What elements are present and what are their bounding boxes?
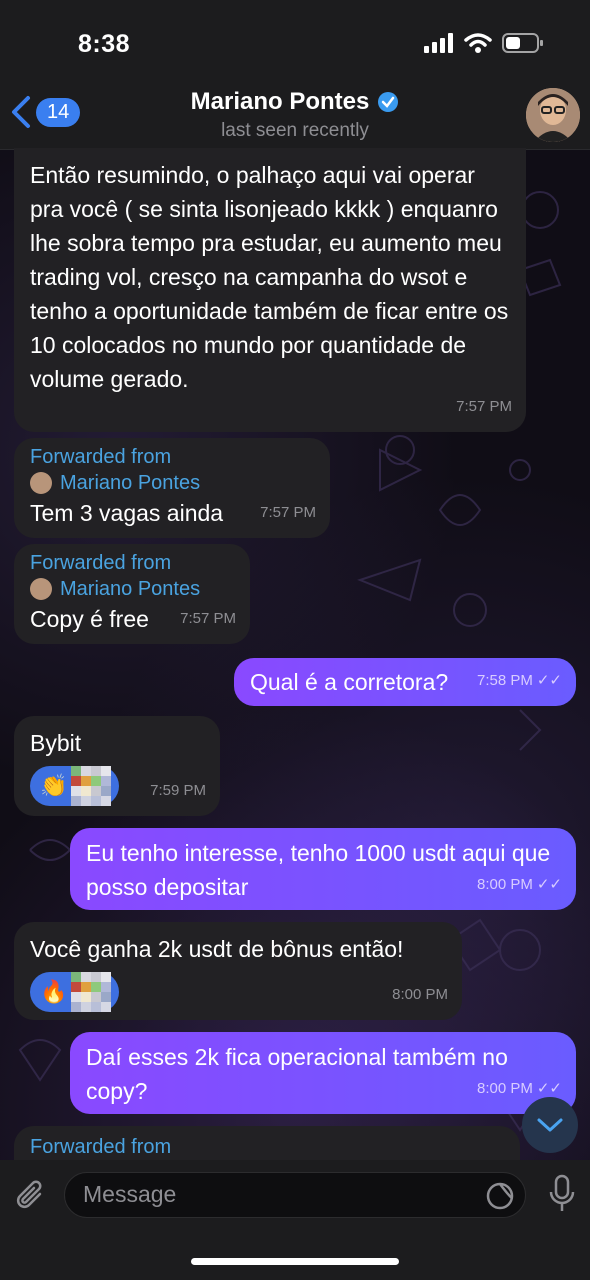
read-checkmarks-icon: ✓✓: [536, 672, 562, 689]
reactor-avatar: [71, 972, 112, 1012]
forwarded-avatar: [30, 578, 52, 600]
forwarded-source[interactable]: Mariano Pontes: [30, 576, 234, 602]
message-text: Você ganha 2k usdt de bônus então!: [30, 936, 404, 962]
attach-button[interactable]: [14, 1178, 50, 1219]
forwarded-label: Forwarded from: [30, 1136, 172, 1158]
reaction-pill[interactable]: 🔥: [30, 972, 120, 1012]
chat-header: 14 Mariano Pontes last seen recently: [0, 84, 590, 150]
message-forwarded[interactable]: Forwarded from Mariano Pontes Tem 3 vaga…: [14, 438, 330, 538]
reaction-pill[interactable]: 👏: [30, 766, 120, 806]
message-incoming[interactable]: Bybit 👏 7:59 PM: [14, 716, 220, 816]
message-forwarded[interactable]: Forwarded from: [14, 1126, 520, 1160]
reactor-avatar: [71, 766, 112, 806]
message-time: 8:00 PM: [476, 1080, 533, 1097]
message-text: Daí esses 2k fica operacional também no …: [86, 1044, 508, 1104]
contact-status: last seen recently: [221, 120, 369, 141]
message-outgoing[interactable]: Daí esses 2k fica operacional também no …: [70, 1032, 576, 1114]
sticker-icon[interactable]: [485, 1181, 515, 1211]
status-icons: [424, 32, 544, 54]
message-incoming[interactable]: Então resumindo, o palhaço aqui vai oper…: [14, 148, 526, 432]
microphone-button[interactable]: [548, 1174, 576, 1219]
message-time: 7:57 PM: [260, 504, 316, 521]
scroll-to-bottom-button[interactable]: [522, 1097, 578, 1153]
forwarded-label: Forwarded from: [30, 552, 172, 574]
message-field[interactable]: [64, 1172, 526, 1218]
message-outgoing[interactable]: Qual é a corretora? 7:58 PM ✓✓: [234, 658, 576, 706]
forwarded-source[interactable]: Mariano Pontes: [30, 470, 314, 496]
message-forwarded[interactable]: Forwarded from Mariano Pontes Copy é fre…: [14, 544, 250, 644]
message-outgoing[interactable]: Eu tenho interesse, tenho 1000 usdt aqui…: [70, 828, 576, 910]
home-indicator: [191, 1258, 399, 1265]
status-bar: 8:38: [0, 0, 590, 84]
contact-name: Mariano Pontes: [190, 88, 370, 115]
message-input[interactable]: [83, 1181, 463, 1208]
battery-icon: [502, 33, 543, 53]
chat-title-area[interactable]: Mariano Pontes last seen recently: [0, 88, 590, 142]
forwarded-label: Forwarded from: [30, 446, 172, 468]
message-text: Então resumindo, o palhaço aqui vai oper…: [30, 162, 509, 392]
message-time: 7:57 PM: [180, 610, 236, 627]
message-time: 7:57 PM: [456, 398, 512, 415]
signal-icon: [424, 33, 453, 53]
microphone-icon: [549, 1174, 575, 1211]
clapping-hands-icon: 👏: [40, 773, 68, 798]
message-incoming[interactable]: Você ganha 2k usdt de bônus então! 🔥 8:0…: [14, 922, 462, 1020]
message-time: 7:59 PM: [150, 782, 206, 799]
message-time: 8:00 PM: [476, 876, 533, 893]
status-time: 8:38: [78, 30, 131, 58]
fire-icon: 🔥: [40, 979, 68, 1004]
chevron-down-icon: [537, 1118, 563, 1132]
contact-avatar[interactable]: [526, 88, 580, 142]
message-time: 8:00 PM: [392, 986, 448, 1003]
verified-icon: [378, 92, 399, 112]
message-text: Bybit: [30, 730, 82, 756]
message-time: 7:58 PM: [476, 672, 533, 689]
paperclip-icon: [16, 1180, 42, 1209]
wifi-icon: [464, 33, 492, 53]
forwarded-avatar: [30, 472, 52, 494]
read-checkmarks-icon: ✓✓: [536, 876, 562, 893]
